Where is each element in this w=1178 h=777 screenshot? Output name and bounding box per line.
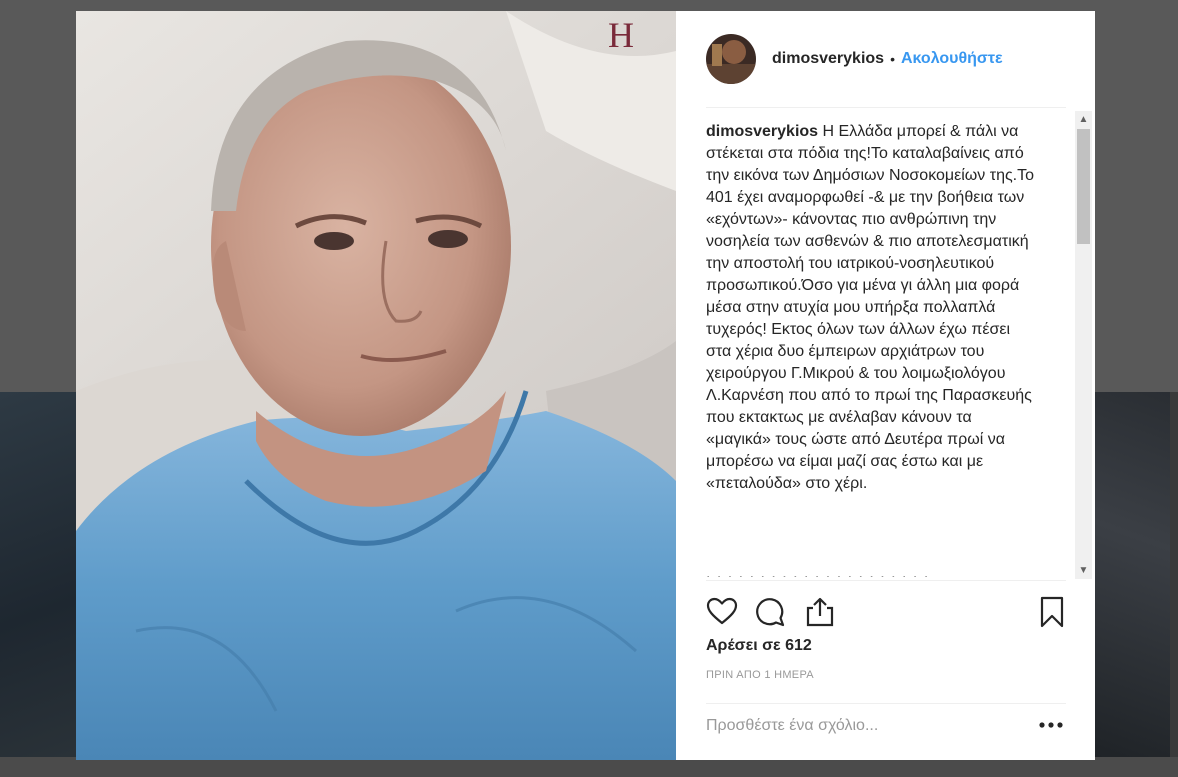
scroll-thumb[interactable] <box>1077 129 1090 244</box>
post-side-panel: dimosverykios • Ακολουθήστε dimosverykio… <box>676 11 1095 760</box>
avatar[interactable] <box>706 34 756 84</box>
caption-username[interactable]: dimosverykios <box>706 123 818 140</box>
heart-icon[interactable] <box>706 596 738 628</box>
comment-divider <box>706 703 1066 704</box>
post-actions <box>706 596 1066 632</box>
caption-text: Η Ελλάδα μπορεί & πάλι να στέκεται στα π… <box>706 123 1035 492</box>
comment-input[interactable] <box>706 713 1006 739</box>
comment-icon[interactable] <box>754 596 786 628</box>
post-timestamp[interactable]: ΠΡΙΝ ΑΠΟ 1 ΗΜΕΡΑ <box>706 669 814 681</box>
comment-form <box>706 705 1066 749</box>
username-link[interactable]: dimosverykios <box>772 50 884 68</box>
caption-scrollbar[interactable]: ▲ ▼ <box>1075 111 1092 579</box>
share-icon[interactable] <box>804 596 836 628</box>
actions-divider <box>706 580 1066 581</box>
follow-button[interactable]: Ακολουθήστε <box>901 50 1003 68</box>
scroll-up-arrow-icon[interactable]: ▲ <box>1075 111 1092 128</box>
more-options-icon[interactable] <box>1036 711 1066 739</box>
bookmark-icon[interactable] <box>1036 596 1068 628</box>
separator-dot: • <box>890 51 895 67</box>
post-photo: H <box>76 11 676 760</box>
background-thumbnail-left[interactable] <box>0 392 76 757</box>
scroll-down-arrow-icon[interactable]: ▼ <box>1075 562 1092 579</box>
post-header: dimosverykios • Ακολουθήστε <box>706 33 1066 85</box>
svg-text:H: H <box>608 15 634 55</box>
caption: dimosverykios Η Ελλάδα μπορεί & πάλι να … <box>706 121 1036 495</box>
background-thumbnail-right[interactable] <box>1095 392 1170 757</box>
caption-scroll-area[interactable]: dimosverykios Η Ελλάδα μπορεί & πάλι να … <box>706 121 1074 581</box>
likes-count[interactable]: Αρέσει σε 612 <box>706 637 812 655</box>
page-overlay-bottom <box>0 757 1178 777</box>
header-divider <box>706 107 1066 108</box>
caption-cutoff: . . . . . . . . . . . . . . . . . . . . … <box>706 576 1036 586</box>
